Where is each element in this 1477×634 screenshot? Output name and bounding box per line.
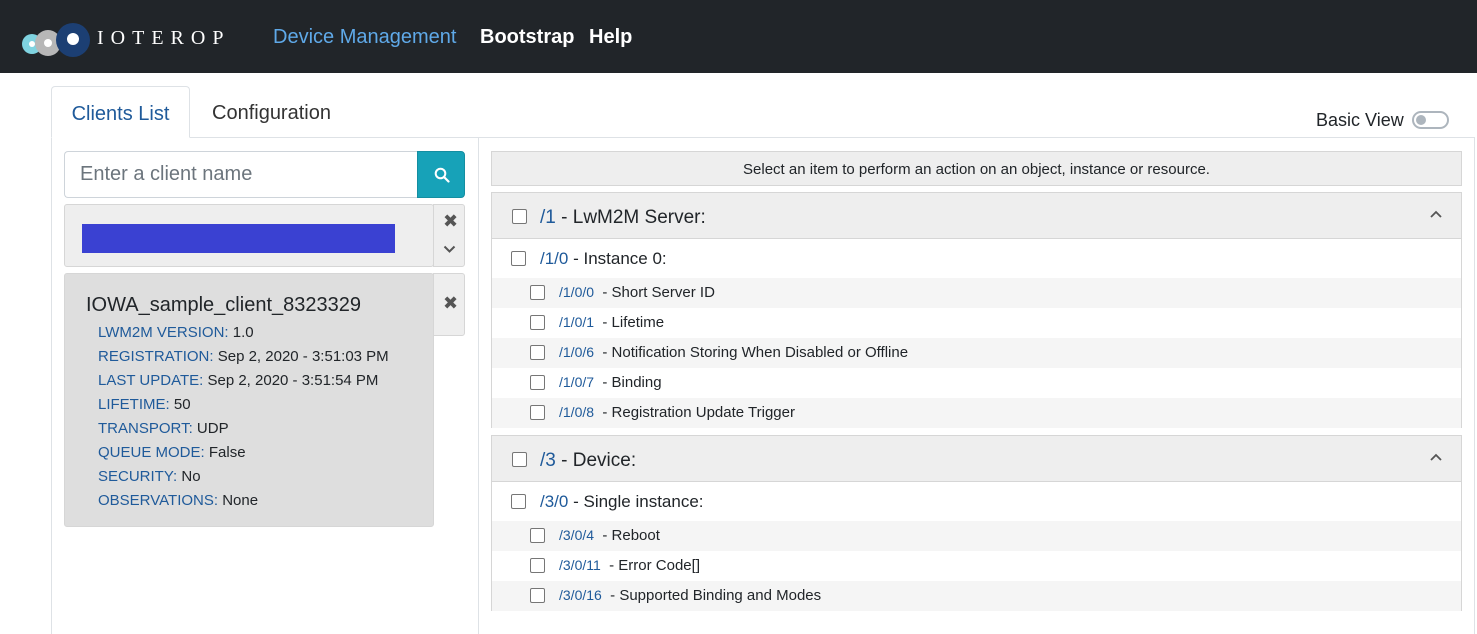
object-checkbox[interactable] bbox=[512, 209, 527, 224]
resource-label: /1/0/6 - Notification Storing When Disab… bbox=[559, 344, 909, 361]
client-search-input[interactable] bbox=[64, 151, 418, 198]
action-hint: Select an item to perform an action on a… bbox=[491, 151, 1462, 186]
tab-configuration[interactable]: Configuration bbox=[212, 86, 331, 138]
resource-label: /1/0/1 - Lifetime bbox=[559, 314, 665, 331]
instance-title: /1/0 - Instance 0: bbox=[540, 249, 667, 268]
info-lwm2m-version: LWM2M VERSION: 1.0 bbox=[98, 324, 254, 341]
chevron-up-icon[interactable] bbox=[1430, 210, 1442, 218]
chevron-down-icon[interactable] bbox=[443, 245, 456, 254]
info-last-update: LAST UPDATE: Sep 2, 2020 - 3:51:54 PM bbox=[98, 372, 379, 389]
resource-checkbox[interactable] bbox=[530, 405, 545, 420]
collapsed-card-actions: ✖ bbox=[433, 204, 465, 267]
resource-row[interactable]: /3/0/16 - Supported Binding and Modes bbox=[492, 581, 1461, 611]
resource-label: /3/0/16 - Supported Binding and Modes bbox=[559, 587, 822, 604]
resource-checkbox[interactable] bbox=[530, 315, 545, 330]
resource-checkbox[interactable] bbox=[530, 588, 545, 603]
object-header[interactable]: /3 - Device: bbox=[492, 436, 1461, 482]
instance-checkbox[interactable] bbox=[511, 251, 526, 266]
basic-view-toggle[interactable] bbox=[1412, 111, 1449, 129]
info-queue-mode: QUEUE MODE: False bbox=[98, 444, 246, 461]
resource-row[interactable]: /1/0/1 - Lifetime bbox=[492, 308, 1461, 338]
resource-row[interactable]: /1/0/0 - Short Server ID bbox=[492, 278, 1461, 308]
selected-card-actions: ✖ bbox=[433, 273, 465, 336]
resource-row[interactable]: /1/0/6 - Notification Storing When Disab… bbox=[492, 338, 1461, 368]
instance-title: /3/0 - Single instance: bbox=[540, 492, 704, 511]
resource-row[interactable]: /3/0/11 - Error Code[] bbox=[492, 551, 1461, 581]
info-security: SECURITY: No bbox=[98, 468, 201, 485]
resource-checkbox[interactable] bbox=[530, 375, 545, 390]
resource-checkbox[interactable] bbox=[530, 345, 545, 360]
basic-view-label: Basic View bbox=[1316, 110, 1404, 130]
resource-label: /3/0/11 - Error Code[] bbox=[559, 557, 700, 574]
toggle-knob bbox=[1416, 115, 1426, 125]
ioterop-logo[interactable]: IOTEROP bbox=[22, 22, 232, 57]
resource-row[interactable]: /1/0/7 - Binding bbox=[492, 368, 1461, 398]
object-device: /3 - Device: /3/0 - Single instance: /3/… bbox=[491, 435, 1462, 611]
close-icon[interactable]: ✖ bbox=[443, 211, 458, 232]
info-transport: TRANSPORT: UDP bbox=[98, 420, 229, 437]
resource-row[interactable]: /1/0/8 - Registration Update Trigger bbox=[492, 398, 1461, 428]
top-navbar: IOTEROP Device Management Bootstrap Help bbox=[0, 0, 1477, 73]
resource-checkbox[interactable] bbox=[530, 285, 545, 300]
object-title: /3 - Device: bbox=[540, 450, 637, 471]
resource-label: /1/0/0 - Short Server ID bbox=[559, 284, 715, 301]
resource-label: /1/0/8 - Registration Update Trigger bbox=[559, 404, 795, 421]
resource-checkbox[interactable] bbox=[530, 528, 545, 543]
resource-checkbox[interactable] bbox=[530, 558, 545, 573]
object-checkbox[interactable] bbox=[512, 452, 527, 467]
resource-row[interactable]: /3/0/4 - Reboot bbox=[492, 521, 1461, 551]
client-name: IOWA_sample_client_8323329 bbox=[86, 294, 361, 316]
search-button[interactable] bbox=[417, 151, 465, 198]
nav-help[interactable]: Help bbox=[589, 26, 632, 49]
tab-clients-list[interactable]: Clients List bbox=[51, 86, 190, 138]
instance-checkbox[interactable] bbox=[511, 494, 526, 509]
info-lifetime: LIFETIME: 50 bbox=[98, 396, 191, 413]
info-registration: REGISTRATION: Sep 2, 2020 - 3:51:03 PM bbox=[98, 348, 389, 365]
brand-name: IOTEROP bbox=[97, 27, 231, 49]
object-title: /1 - LwM2M Server: bbox=[540, 207, 706, 228]
close-icon[interactable]: ✖ bbox=[443, 293, 458, 314]
resource-label: /1/0/7 - Binding bbox=[559, 374, 662, 391]
chevron-up-icon[interactable] bbox=[1430, 453, 1442, 461]
info-observations: OBSERVATIONS: None bbox=[98, 492, 259, 509]
object-header[interactable]: /1 - LwM2M Server: bbox=[492, 193, 1461, 239]
logo-dot-large bbox=[56, 23, 90, 57]
resource-label: /3/0/4 - Reboot bbox=[559, 527, 660, 544]
nav-bootstrap[interactable]: Bootstrap bbox=[480, 26, 574, 49]
object-lwm2m-server: /1 - LwM2M Server: /1/0 - Instance 0: /1… bbox=[491, 192, 1462, 428]
nav-device-management[interactable]: Device Management bbox=[273, 26, 456, 49]
search-icon bbox=[434, 167, 450, 183]
client-name-redacted-bar bbox=[82, 224, 395, 253]
